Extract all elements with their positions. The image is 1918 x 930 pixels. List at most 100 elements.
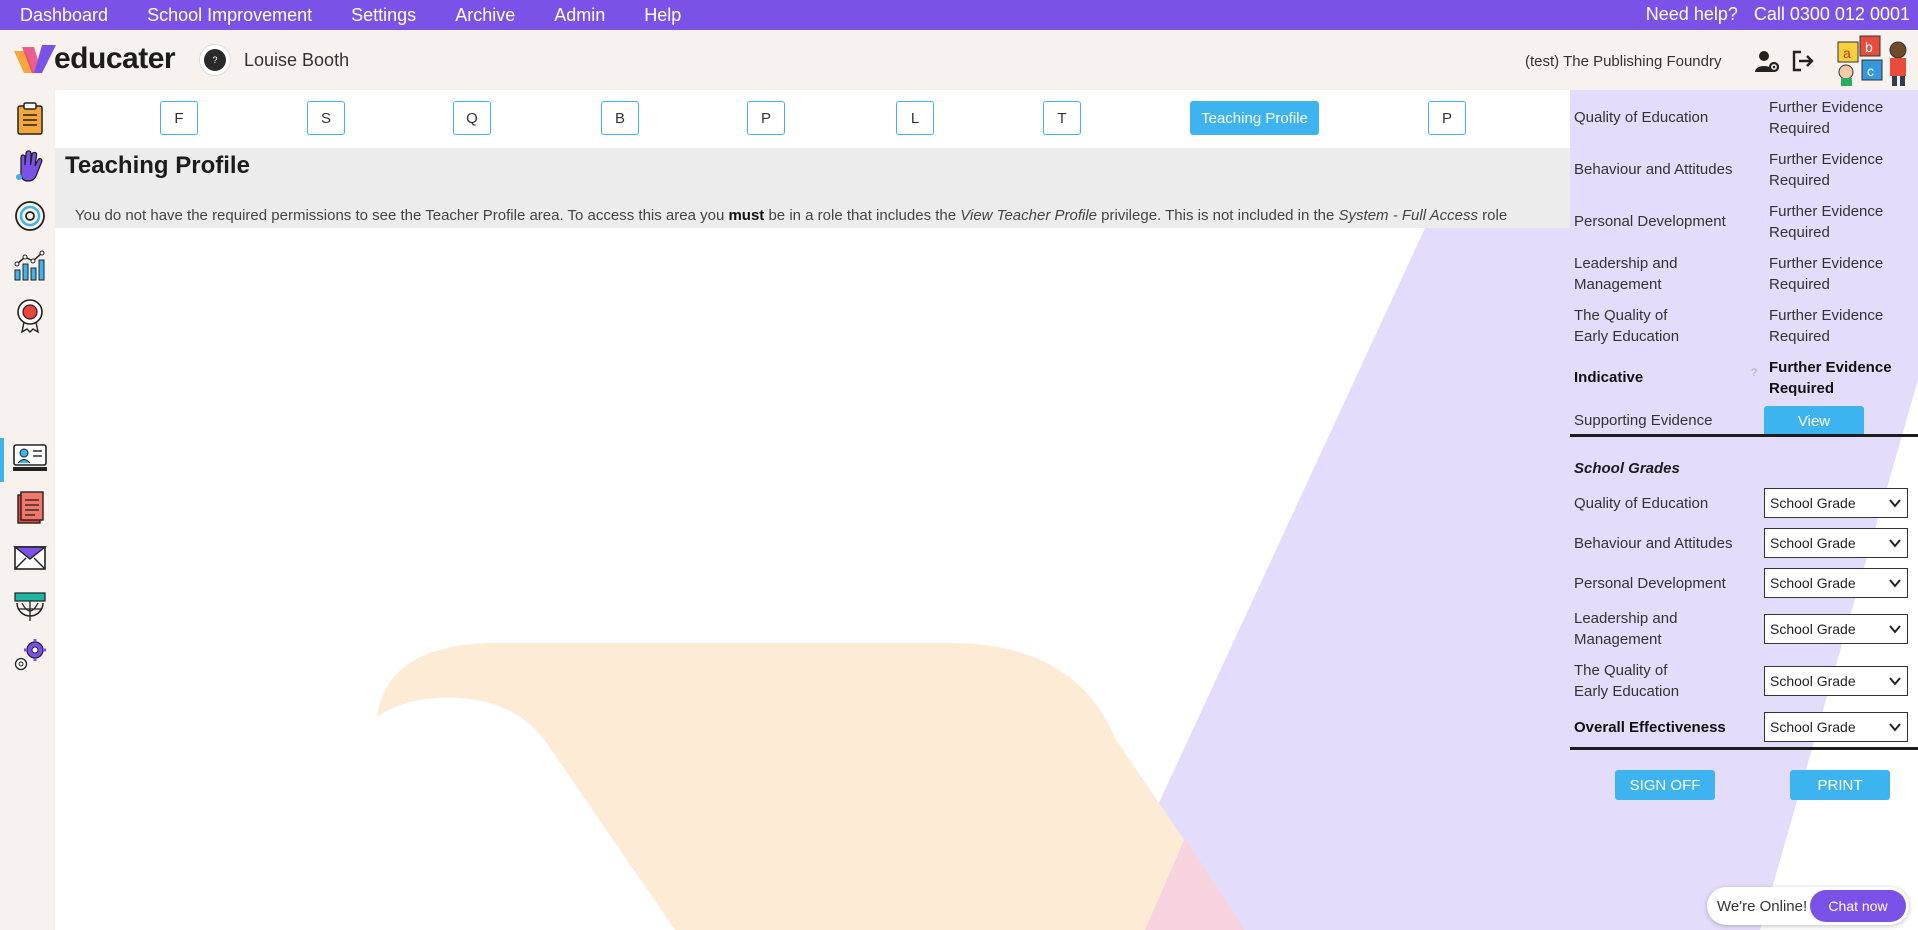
divider [1570,434,1918,437]
sidebar-item-settings[interactable] [12,638,48,674]
user-settings-icon[interactable] [1754,48,1780,74]
grade-select[interactable]: School Grade [1764,568,1908,598]
sign-off-button[interactable]: SIGN OFF [1615,770,1715,800]
nav-school-improvement[interactable]: School Improvement [147,5,312,26]
svg-text:b: b [1865,39,1873,55]
msg-italic-privilege: View Teacher Profile [960,207,1098,224]
bar-chart-icon [14,250,45,281]
document-icon [17,491,44,524]
left-sidebar [0,90,55,930]
sidebar-item-messages[interactable] [12,540,48,576]
judgement-value: Further Evidence Required [1769,203,1884,241]
nav-settings[interactable]: Settings [351,5,416,26]
sidebar-item-clipboard[interactable] [12,100,48,136]
school-name: (test) The Publishing Foundry [1525,53,1722,70]
sidebar-active-indicator [0,438,4,482]
msg-text-1: You do not have the required permissions… [75,207,729,224]
tab-teaching-profile[interactable]: Teaching Profile [1190,101,1319,135]
grade-select-value: School Grade [1770,535,1856,551]
chevron-down-icon [1889,677,1901,686]
msg-text-2: be in a role that includes the [764,207,961,224]
grade-select[interactable]: School Grade [1764,528,1908,558]
judgement-panel: Quality of Education Further Evidence Re… [1570,90,1918,930]
judgement-value: Further Evidence Required [1769,307,1884,345]
grade-label: Quality of Education [1574,495,1709,512]
tab-q[interactable]: Q [453,101,491,135]
need-help-link[interactable]: Need help? [1646,4,1738,25]
grade-select-value: School Grade [1770,719,1856,735]
supporting-evidence-label: Supporting Evidence [1574,412,1713,429]
print-button[interactable]: PRINT [1790,770,1890,800]
nav-admin[interactable]: Admin [554,5,605,26]
top-menu: Dashboard School Improvement Settings Ar… [0,5,700,26]
nav-dashboard[interactable]: Dashboard [20,5,108,26]
grade-label: Personal Development [1574,575,1726,592]
chevron-down-icon [1889,539,1901,548]
tab-f[interactable]: F [160,101,198,135]
grade-select[interactable]: School Grade [1764,614,1908,644]
grade-select-value: School Grade [1770,495,1856,511]
grade-select-value: School Grade [1770,673,1856,689]
judgement-value: Further Evidence Required [1769,99,1884,137]
msg-bold: must [728,207,765,224]
chevron-down-icon [1889,723,1901,732]
logo-text: educater [54,42,176,75]
sidebar-item-global[interactable] [12,588,48,624]
sidebar-item-target[interactable] [12,198,48,234]
tab-p-2[interactable]: P [1428,101,1466,135]
raised-hand-icon [16,150,43,182]
judgement-value: Further Evidence Required [1769,151,1884,189]
school-logo-icon: a b c [1837,35,1907,86]
nav-help[interactable]: Help [644,5,681,26]
tab-t[interactable]: T [1043,101,1081,135]
educater-logo-icon [14,45,56,73]
permission-message: You do not have the required permissions… [75,207,1507,224]
target-icon [15,201,45,231]
help-contact: Need help? Call 0300 012 0001 [1646,4,1910,25]
tab-l[interactable]: L [896,101,934,135]
chevron-down-icon [1889,579,1901,588]
grade-label: Behaviour and Attitudes [1574,535,1733,552]
sidebar-item-documents[interactable] [12,490,48,526]
grade-select[interactable]: School Grade [1764,666,1908,696]
sidebar-item-awards[interactable] [12,298,48,334]
divider [1570,747,1918,750]
judgement-label: Leadership and Management [1574,255,1678,293]
tab-b[interactable]: B [601,101,639,135]
grade-label: Leadership and Management [1574,610,1678,648]
tab-s[interactable]: S [307,101,345,135]
judgement-label: Quality of Education [1574,109,1709,126]
chat-online-status: We're Online! [1717,897,1808,915]
envelope-icon [13,546,47,570]
nav-archive[interactable]: Archive [455,5,515,26]
overall-grade-select[interactable]: School Grade [1764,712,1908,742]
grade-select[interactable]: School Grade [1764,488,1908,518]
teacher-screen-icon [13,444,47,471]
school-grades-heading: School Grades [1574,460,1680,477]
svg-text:c: c [1867,63,1874,79]
avatar[interactable]: ? [199,44,231,76]
top-nav: Dashboard School Improvement Settings Ar… [0,0,1918,30]
background-decoration [377,228,1570,930]
logout-icon[interactable] [1790,48,1816,74]
sidebar-item-teaching[interactable] [12,440,48,476]
tab-p[interactable]: P [747,101,785,135]
chat-now-button[interactable]: Chat now [1810,890,1906,922]
judgement-label: Behaviour and Attitudes [1574,161,1733,178]
app-header: educater ? Louise Booth (test) The Publi… [0,30,1918,90]
msg-text-3: privilege. This is not included in the [1097,207,1339,224]
help-phone[interactable]: Call 0300 012 0001 [1754,4,1910,25]
grade-select-value: School Grade [1770,575,1856,591]
sidebar-item-analytics[interactable] [12,248,48,284]
view-evidence-button[interactable]: View [1764,406,1864,436]
chevron-down-icon [1889,625,1901,634]
grade-select-value: School Grade [1770,621,1856,637]
help-hint-icon[interactable]: ? [1751,367,1757,379]
sidebar-item-hand[interactable] [12,148,48,184]
overall-label: Overall Effectiveness [1574,719,1726,736]
chevron-down-icon [1889,499,1901,508]
logo[interactable]: educater [12,42,176,76]
indicative-value: Further Evidence Required [1769,359,1892,397]
msg-text-4: role [1478,207,1508,224]
msg-italic-role: System - Full Access [1338,207,1479,224]
